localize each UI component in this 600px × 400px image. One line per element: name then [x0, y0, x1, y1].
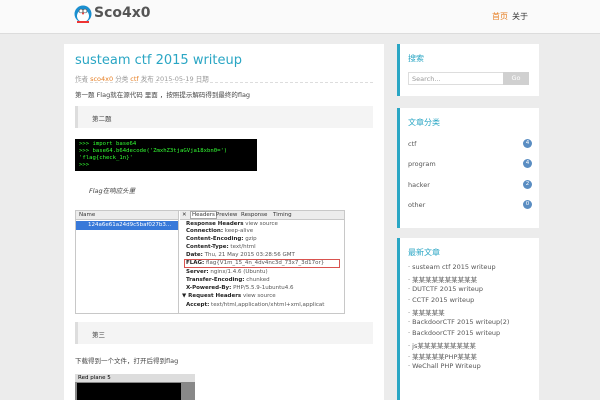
- post-article: susteam ctf 2015 writeup 作者 sco4x0 分类 ct…: [64, 44, 384, 400]
- network-list: Name 124a6e61a24d9c5baf027b3...: [76, 211, 179, 313]
- devtools-screenshot: Name 124a6e61a24d9c5baf027b3... ✕ Header…: [75, 210, 345, 314]
- game-screenshot: Red plane 5: [75, 374, 195, 400]
- game-canvas: [77, 383, 181, 400]
- recent-posts-widget: 最新文章 · susteam ctf 2015 writeup · 某某某某某某…: [397, 238, 539, 400]
- recent-posts-title: 最新文章: [408, 248, 440, 257]
- terminal-line: >>> import base64: [79, 141, 137, 147]
- tab-headers: Headers: [190, 211, 217, 219]
- recent-post-link[interactable]: · BackdoorCTF 2015 writeup: [408, 329, 500, 337]
- search-go-button[interactable]: Go: [503, 72, 529, 85]
- header-line: Server: nginx/1.4.6 (Ubuntu): [186, 269, 268, 275]
- category-item[interactable]: hacker 2: [408, 180, 536, 189]
- tab-response: Response: [241, 212, 268, 218]
- hint-text: Flag在响应头里: [89, 187, 136, 195]
- site-header: Sco4x0 首页 关于: [0, 0, 600, 34]
- header-line: Connection: keep-alive: [186, 228, 254, 234]
- section-heading: 第二题: [75, 106, 373, 128]
- post-intro: 第一题 Flag就在源代码 里面 ，按照提示解码得到最终的flag: [75, 91, 251, 99]
- recent-post-link[interactable]: · 某某某某某某某某某某: [408, 274, 477, 284]
- recent-post-link[interactable]: · js某某某某某某某某某: [408, 340, 476, 350]
- category-item[interactable]: program 4: [408, 159, 536, 168]
- search-widget: 搜索 Search... Go: [397, 44, 539, 96]
- site-title[interactable]: Sco4x0: [94, 5, 151, 21]
- categories-widget: 文章分类 ctf 4 program 4 hacker 2 other 0: [397, 108, 539, 228]
- recent-post-link[interactable]: · WeChall PHP Writeup: [408, 362, 481, 370]
- column-name: Name: [79, 212, 96, 218]
- headers-panel: ✕ Headers Preview Response Timing Respon…: [180, 211, 344, 313]
- network-request-row: 124a6e61a24d9c5baf027b3...: [76, 221, 178, 230]
- panel-tabs: ✕ Headers Preview Response Timing: [180, 211, 344, 220]
- recent-post-link[interactable]: · CCTF 2015 writeup: [408, 296, 474, 304]
- header-line: Content-Encoding: gzip: [186, 236, 257, 242]
- terminal-line: >>> base64.b64decode('ZmxhZ3tjaGVja18xbn…: [79, 148, 228, 154]
- category-item[interactable]: ctf 4: [408, 139, 536, 148]
- tab-timing: Timing: [273, 212, 292, 218]
- hint-line: Flag在响应头里: [75, 178, 373, 200]
- close-icon: ✕: [182, 212, 187, 218]
- post-title[interactable]: susteam ctf 2015 writeup: [75, 53, 242, 68]
- header-line: X-Powered-By: PHP/5.5.9-1ubuntu4.6: [186, 285, 294, 291]
- recent-post-link[interactable]: · DUTCTF 2015 writeup: [408, 285, 483, 293]
- recent-post-link[interactable]: · susteam ctf 2015 writeup: [408, 263, 496, 271]
- paragraph: 下载得到一个文件，打开后得到flag: [75, 357, 179, 365]
- game-window-title: Red plane 5: [75, 374, 195, 382]
- terminal-line: 'flag{check_1n}': [79, 155, 133, 161]
- section-heading: 第三: [75, 322, 373, 344]
- meta-divider: [75, 82, 373, 83]
- section-heading-text: 第二题: [92, 115, 112, 123]
- recent-post-link[interactable]: · 某某某某某: [408, 307, 445, 317]
- category-item[interactable]: other 0: [408, 200, 536, 209]
- network-list-header: Name: [76, 211, 178, 220]
- tab-preview: Preview: [216, 212, 238, 218]
- section-heading-text: 第三: [92, 331, 105, 339]
- header-line: Content-Type: text/html: [186, 244, 256, 250]
- recent-post-link[interactable]: · 某某某某某PHP某某某: [408, 351, 477, 361]
- header-line: Transfer-Encoding: chunked: [186, 277, 270, 283]
- header-line: Accept: text/html,application/xhtml+xml,…: [186, 302, 325, 308]
- nav-about[interactable]: 关于: [512, 11, 528, 22]
- flag-header-line: FLAG: flag{V1m_15_4n_4dv4nc3d_73x7_3d17o…: [186, 260, 325, 266]
- header-line: Date: Thu, 21 May 2015 03:28:56 GMT: [186, 252, 295, 258]
- search-widget-title: 搜索: [408, 54, 424, 63]
- terminal-line: >>>: [79, 162, 90, 168]
- terminal-screenshot: >>> import base64 >>> base64.b64decode('…: [75, 139, 257, 171]
- categories-widget-title: 文章分类: [408, 118, 440, 127]
- nav-home[interactable]: 首页: [492, 11, 508, 22]
- header-line: Response Headers view source: [186, 221, 278, 227]
- doraemon-logo-icon[interactable]: [74, 5, 92, 25]
- search-input[interactable]: Search...: [408, 72, 504, 85]
- header-line: ▼ Request Headers view source: [182, 293, 276, 299]
- recent-post-link[interactable]: · BackdoorCTF 2015 writeup(2): [408, 318, 509, 326]
